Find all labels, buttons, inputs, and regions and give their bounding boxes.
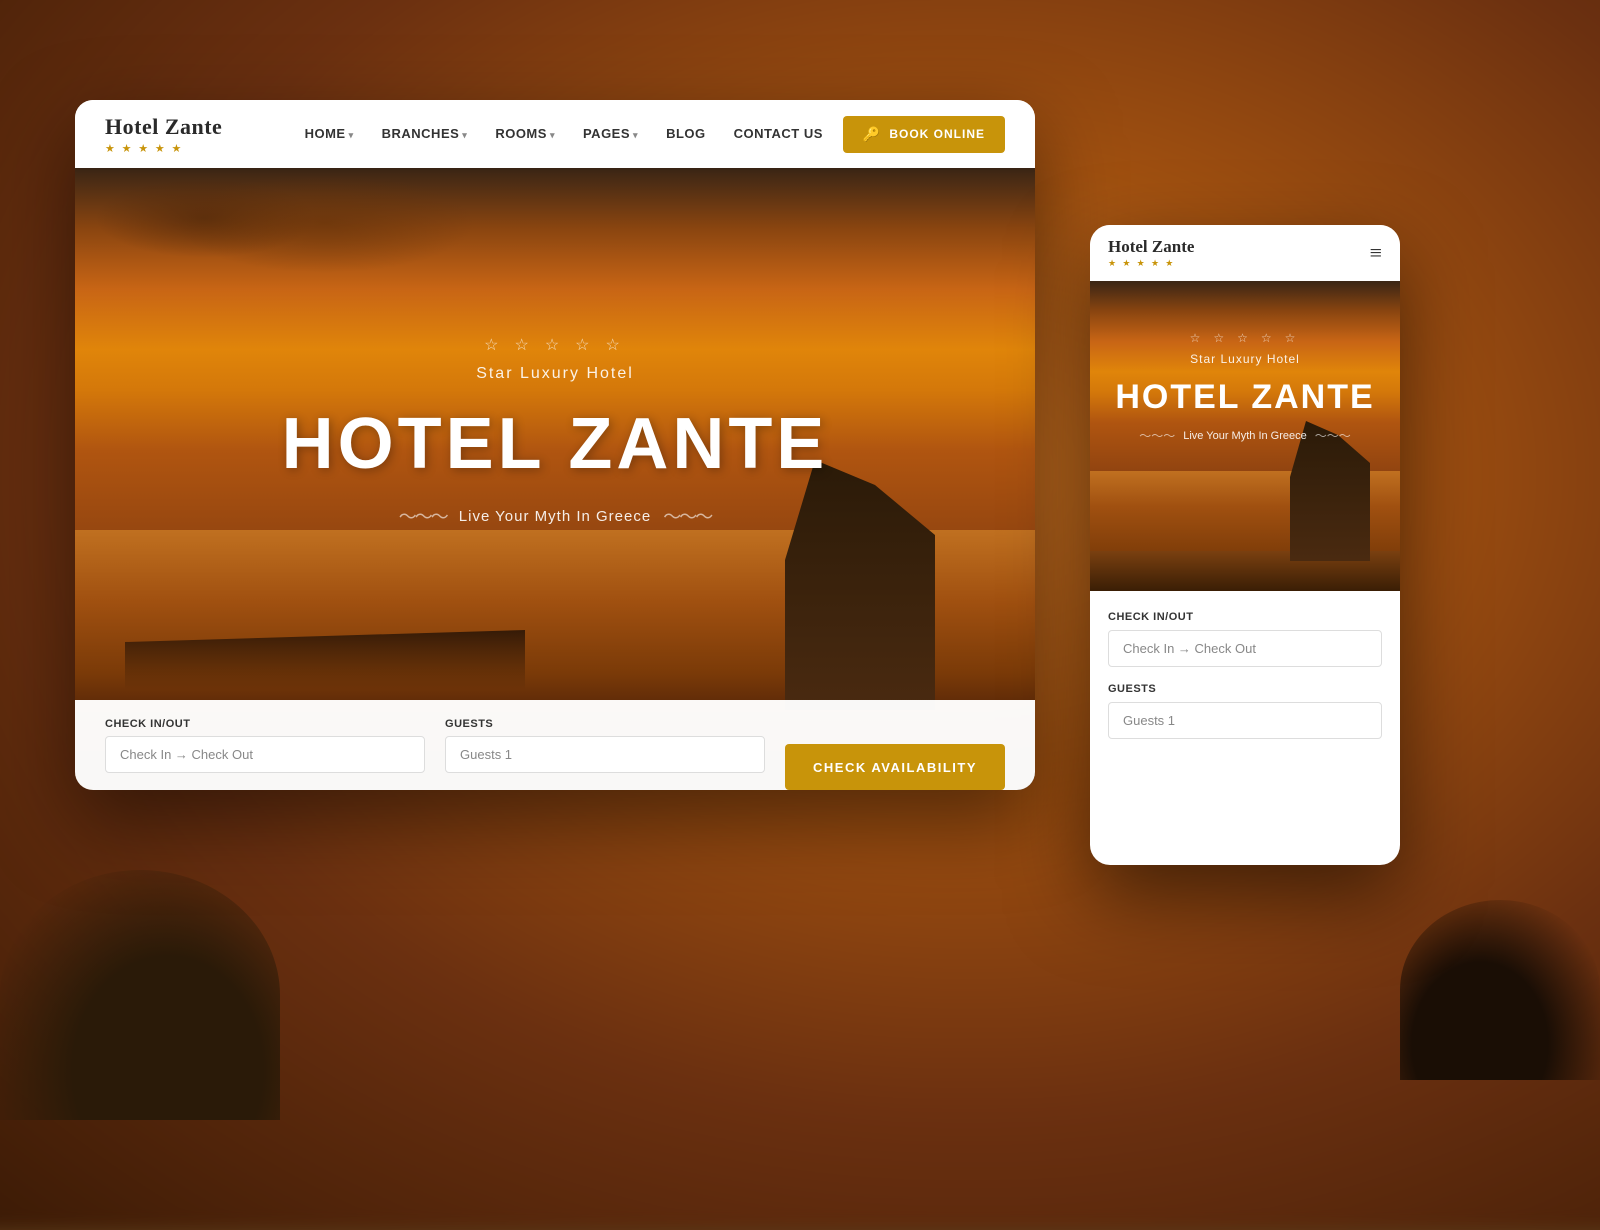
nav-link-contact[interactable]: CONTACT US — [734, 126, 823, 141]
chevron-down-icon: ▾ — [550, 130, 555, 140]
mobile-guests-field: Guests Guests 1 — [1108, 683, 1382, 739]
nav-link-blog[interactable]: BLOG — [666, 126, 706, 141]
hero-subtitle: Star Luxury Hotel — [282, 365, 829, 383]
desktop-nav-links: HOME▾ BRANCHES▾ ROOMS▾ PAGES▾ BL — [305, 125, 823, 143]
desktop-mockup: Hotel Zante ★ ★ ★ ★ ★ HOME▾ BRANCHES▾ RO… — [75, 100, 1035, 790]
checkin-field: Check In/Out Check In → Check Out — [105, 718, 425, 773]
mobile-hero-star-rating: ☆ ☆ ☆ ☆ ☆ — [1090, 331, 1400, 346]
mobile-logo: Hotel Zante ★ ★ ★ ★ ★ — [1108, 237, 1370, 269]
nav-link-branches[interactable]: BRANCHES▾ — [382, 126, 468, 141]
mobile-wave-right-icon: 〜〜〜 — [1315, 427, 1351, 444]
hero-divider: 〜〜〜 Live Your Myth In Greece 〜〜〜 — [282, 503, 829, 529]
mobile-hero-divider: 〜〜〜 Live Your Myth In Greece 〜〜〜 — [1090, 427, 1400, 444]
mobile-logo-name: Hotel Zante — [1108, 237, 1194, 256]
desktop-logo-name: Hotel Zante — [105, 114, 222, 140]
mobile-guests-label: Guests — [1108, 683, 1382, 695]
mobile-wave-left-icon: 〜〜〜 — [1139, 427, 1175, 444]
nav-link-rooms[interactable]: ROOMS▾ — [495, 126, 555, 141]
mobile-hero-title: HOTEL ZANTE — [1090, 378, 1400, 417]
key-icon: 🔑 — [863, 126, 881, 143]
mobile-navbar: Hotel Zante ★ ★ ★ ★ ★ ≡ — [1090, 225, 1400, 281]
hero-title: HOTEL ZANTE — [282, 403, 829, 485]
guests-field: Guests Guests 1 — [445, 718, 765, 773]
hamburger-icon[interactable]: ≡ — [1370, 240, 1382, 266]
chevron-down-icon: ▾ — [462, 130, 467, 140]
check-availability-button[interactable]: CHECK AVAILABILITY — [785, 744, 1005, 790]
mobile-hero: ☆ ☆ ☆ ☆ ☆ Star Luxury Hotel HOTEL ZANTE … — [1090, 281, 1400, 591]
bg-rocks-left — [0, 870, 280, 1120]
mobile-mockup: Hotel Zante ★ ★ ★ ★ ★ ≡ ☆ ☆ ☆ ☆ ☆ Star L… — [1090, 225, 1400, 865]
hero-tagline: Live Your Myth In Greece — [459, 508, 651, 525]
desktop-logo-stars: ★ ★ ★ ★ ★ — [105, 142, 222, 155]
mobile-checkin-field: Check In/Out Check In → Check Out — [1108, 611, 1382, 667]
nav-item-rooms[interactable]: ROOMS▾ — [495, 125, 555, 143]
nav-item-branches[interactable]: BRANCHES▾ — [382, 125, 468, 143]
wave-left-icon: 〜〜〜 — [399, 503, 447, 529]
nav-item-contact[interactable]: CONTACT US — [734, 125, 823, 143]
wave-right-icon: 〜〜〜 — [663, 503, 711, 529]
mobile-booking-form: Check In/Out Check In → Check Out Guests… — [1090, 591, 1400, 759]
mobile-hero-subtitle: Star Luxury Hotel — [1090, 352, 1400, 366]
mobile-checkin-label: Check In/Out — [1108, 611, 1382, 623]
mobile-hero-tagline: Live Your Myth In Greece — [1183, 430, 1307, 442]
hero-cloud-2 — [175, 173, 475, 273]
chevron-down-icon: ▾ — [633, 130, 638, 140]
desktop-logo: Hotel Zante ★ ★ ★ ★ ★ — [105, 114, 222, 155]
desktop-navbar: Hotel Zante ★ ★ ★ ★ ★ HOME▾ BRANCHES▾ RO… — [75, 100, 1035, 168]
mobile-guests-input[interactable]: Guests 1 — [1108, 702, 1382, 739]
checkin-input[interactable]: Check In → Check Out — [105, 736, 425, 773]
nav-item-home[interactable]: HOME▾ — [305, 125, 354, 143]
desktop-booking-bar: Check In/Out Check In → Check Out Guests… — [75, 700, 1035, 790]
nav-item-pages[interactable]: PAGES▾ — [583, 125, 638, 143]
nav-link-pages[interactable]: PAGES▾ — [583, 126, 638, 141]
guests-input[interactable]: Guests 1 — [445, 736, 765, 773]
checkin-label: Check In/Out — [105, 718, 425, 730]
bg-rocks-right — [1400, 900, 1600, 1080]
mobile-hero-content: ☆ ☆ ☆ ☆ ☆ Star Luxury Hotel HOTEL ZANTE … — [1090, 281, 1400, 444]
chevron-down-icon: ▾ — [349, 130, 354, 140]
nav-item-blog[interactable]: BLOG — [666, 125, 706, 143]
mobile-checkin-input[interactable]: Check In → Check Out — [1108, 630, 1382, 667]
desktop-hero: ☆ ☆ ☆ ☆ ☆ Star Luxury Hotel HOTEL ZANTE … — [75, 168, 1035, 790]
nav-link-home[interactable]: HOME▾ — [305, 126, 354, 141]
hero-star-rating: ☆ ☆ ☆ ☆ ☆ — [282, 335, 829, 355]
guests-label: Guests — [445, 718, 765, 730]
book-online-button[interactable]: 🔑 BOOK ONLINE — [843, 116, 1005, 153]
mobile-logo-stars: ★ ★ ★ ★ ★ — [1108, 258, 1370, 269]
hero-content: ☆ ☆ ☆ ☆ ☆ Star Luxury Hotel HOTEL ZANTE … — [282, 335, 829, 623]
